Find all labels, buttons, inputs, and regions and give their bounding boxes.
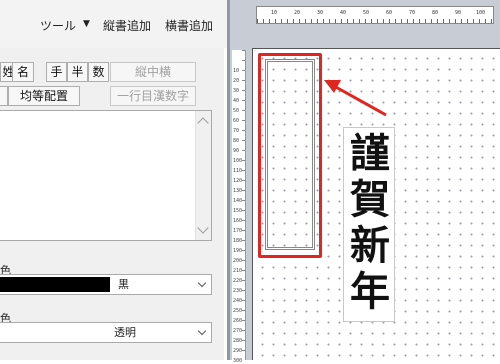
justify-button[interactable]: 均等配置	[8, 86, 80, 106]
ruler-number: 300	[233, 358, 243, 364]
ruler-top: 10 20 30 40 50 60 70 80 90 100	[256, 6, 494, 24]
sample-char: 謹	[350, 130, 390, 177]
menu-vertical-add[interactable]: 縦書追加	[103, 17, 151, 34]
hand-button[interactable]: 手	[46, 62, 67, 82]
ruler-number: 130	[233, 188, 243, 194]
ruler-number: 290	[233, 348, 243, 354]
ruler-number: 70	[233, 128, 240, 134]
ruler-number: 60	[386, 10, 393, 16]
tatechuyoko-button[interactable]: 縦中横	[110, 62, 196, 82]
ruler-number: 230	[233, 288, 243, 294]
ruler-number: 280	[233, 338, 243, 344]
given-name-button[interactable]: 名	[12, 62, 34, 82]
text-color-value: 黒	[118, 278, 129, 291]
bg-color-select[interactable]: 透明	[0, 322, 212, 343]
chevron-down-icon	[197, 326, 207, 336]
button-stub[interactable]	[0, 86, 8, 106]
ruler-number: 30	[317, 10, 324, 16]
ruler-number: 170	[233, 228, 243, 234]
half-width-button[interactable]: 半	[67, 62, 88, 82]
ruler-number: 240	[233, 298, 243, 304]
ruler-number: 80	[432, 10, 439, 16]
ruler-number: 260	[233, 318, 243, 324]
ruler-number: 50	[233, 108, 240, 114]
ruler-ticks	[242, 50, 245, 360]
canvas-divider	[227, 0, 230, 360]
number-button[interactable]: 数	[88, 62, 109, 82]
ruler-number: 30	[233, 88, 240, 94]
ruler-number: 50	[363, 10, 370, 16]
ruler-number: 190	[233, 248, 243, 254]
chevron-down-icon	[197, 278, 207, 288]
ruler-number: 70	[409, 10, 416, 16]
sample-preview: 謹 賀 新 年	[343, 127, 395, 322]
ruler-number: 100	[476, 10, 486, 16]
ruler-number: 270	[233, 328, 243, 334]
text-input-area[interactable]	[0, 110, 212, 241]
ruler-number: 90	[233, 148, 240, 154]
ruler-number: 110	[233, 168, 243, 174]
ruler-number: 10	[271, 10, 278, 16]
ruler-number: 150	[233, 208, 243, 214]
ruler-number: 100	[233, 158, 243, 164]
sample-char: 年	[350, 268, 390, 315]
ruler-number: 120	[233, 178, 243, 184]
ruler-number: 180	[233, 238, 243, 244]
sample-char: 賀	[350, 176, 390, 223]
ruler-number: 140	[233, 198, 243, 204]
ruler-number: 250	[233, 308, 243, 314]
menu-tool[interactable]: ツール	[40, 17, 76, 34]
menu-horizontal-add[interactable]: 横書追加	[165, 17, 213, 34]
ruler-number: 90	[455, 10, 462, 16]
bg-color-value: 透明	[114, 326, 136, 339]
ruler-number: 20	[294, 10, 301, 16]
text-color-select[interactable]: 黒	[0, 274, 212, 295]
menu-dropdown-icon[interactable]: ▼	[83, 19, 90, 29]
ruler-number: 60	[233, 118, 240, 124]
ruler-ticks	[257, 19, 493, 23]
ruler-number: 10	[233, 68, 240, 74]
scroll-down-icon[interactable]	[197, 222, 209, 234]
ruler-number: 40	[233, 98, 240, 104]
ruler-number: 200	[233, 258, 243, 264]
ruler-number: 160	[233, 218, 243, 224]
color-swatch	[0, 277, 110, 292]
ruler-number: 220	[233, 278, 243, 284]
first-line-kanji-numeral-button[interactable]: 一行目漢数字	[110, 86, 196, 106]
ruler-left: 10 20 30 40 50 60 70 80 90 100 110 120 130 140 150 160 1…	[232, 50, 246, 364]
menu-bar: ツール ▼ 縦書追加 横書追加	[0, 0, 227, 48]
highlight-box	[258, 53, 322, 258]
text-scrollbar[interactable]	[195, 111, 211, 240]
ruler-number: 80	[233, 138, 240, 144]
sample-char: 新	[350, 222, 390, 269]
ruler-number: 210	[233, 268, 243, 274]
scroll-up-icon[interactable]	[197, 117, 209, 129]
property-panel: 姓 名 手 半 数 縦中横 均等配置 一行目漢数字 色 黒 色 透明	[0, 48, 224, 360]
ruler-number: 40	[340, 10, 347, 16]
ruler-number: 20	[233, 78, 240, 84]
